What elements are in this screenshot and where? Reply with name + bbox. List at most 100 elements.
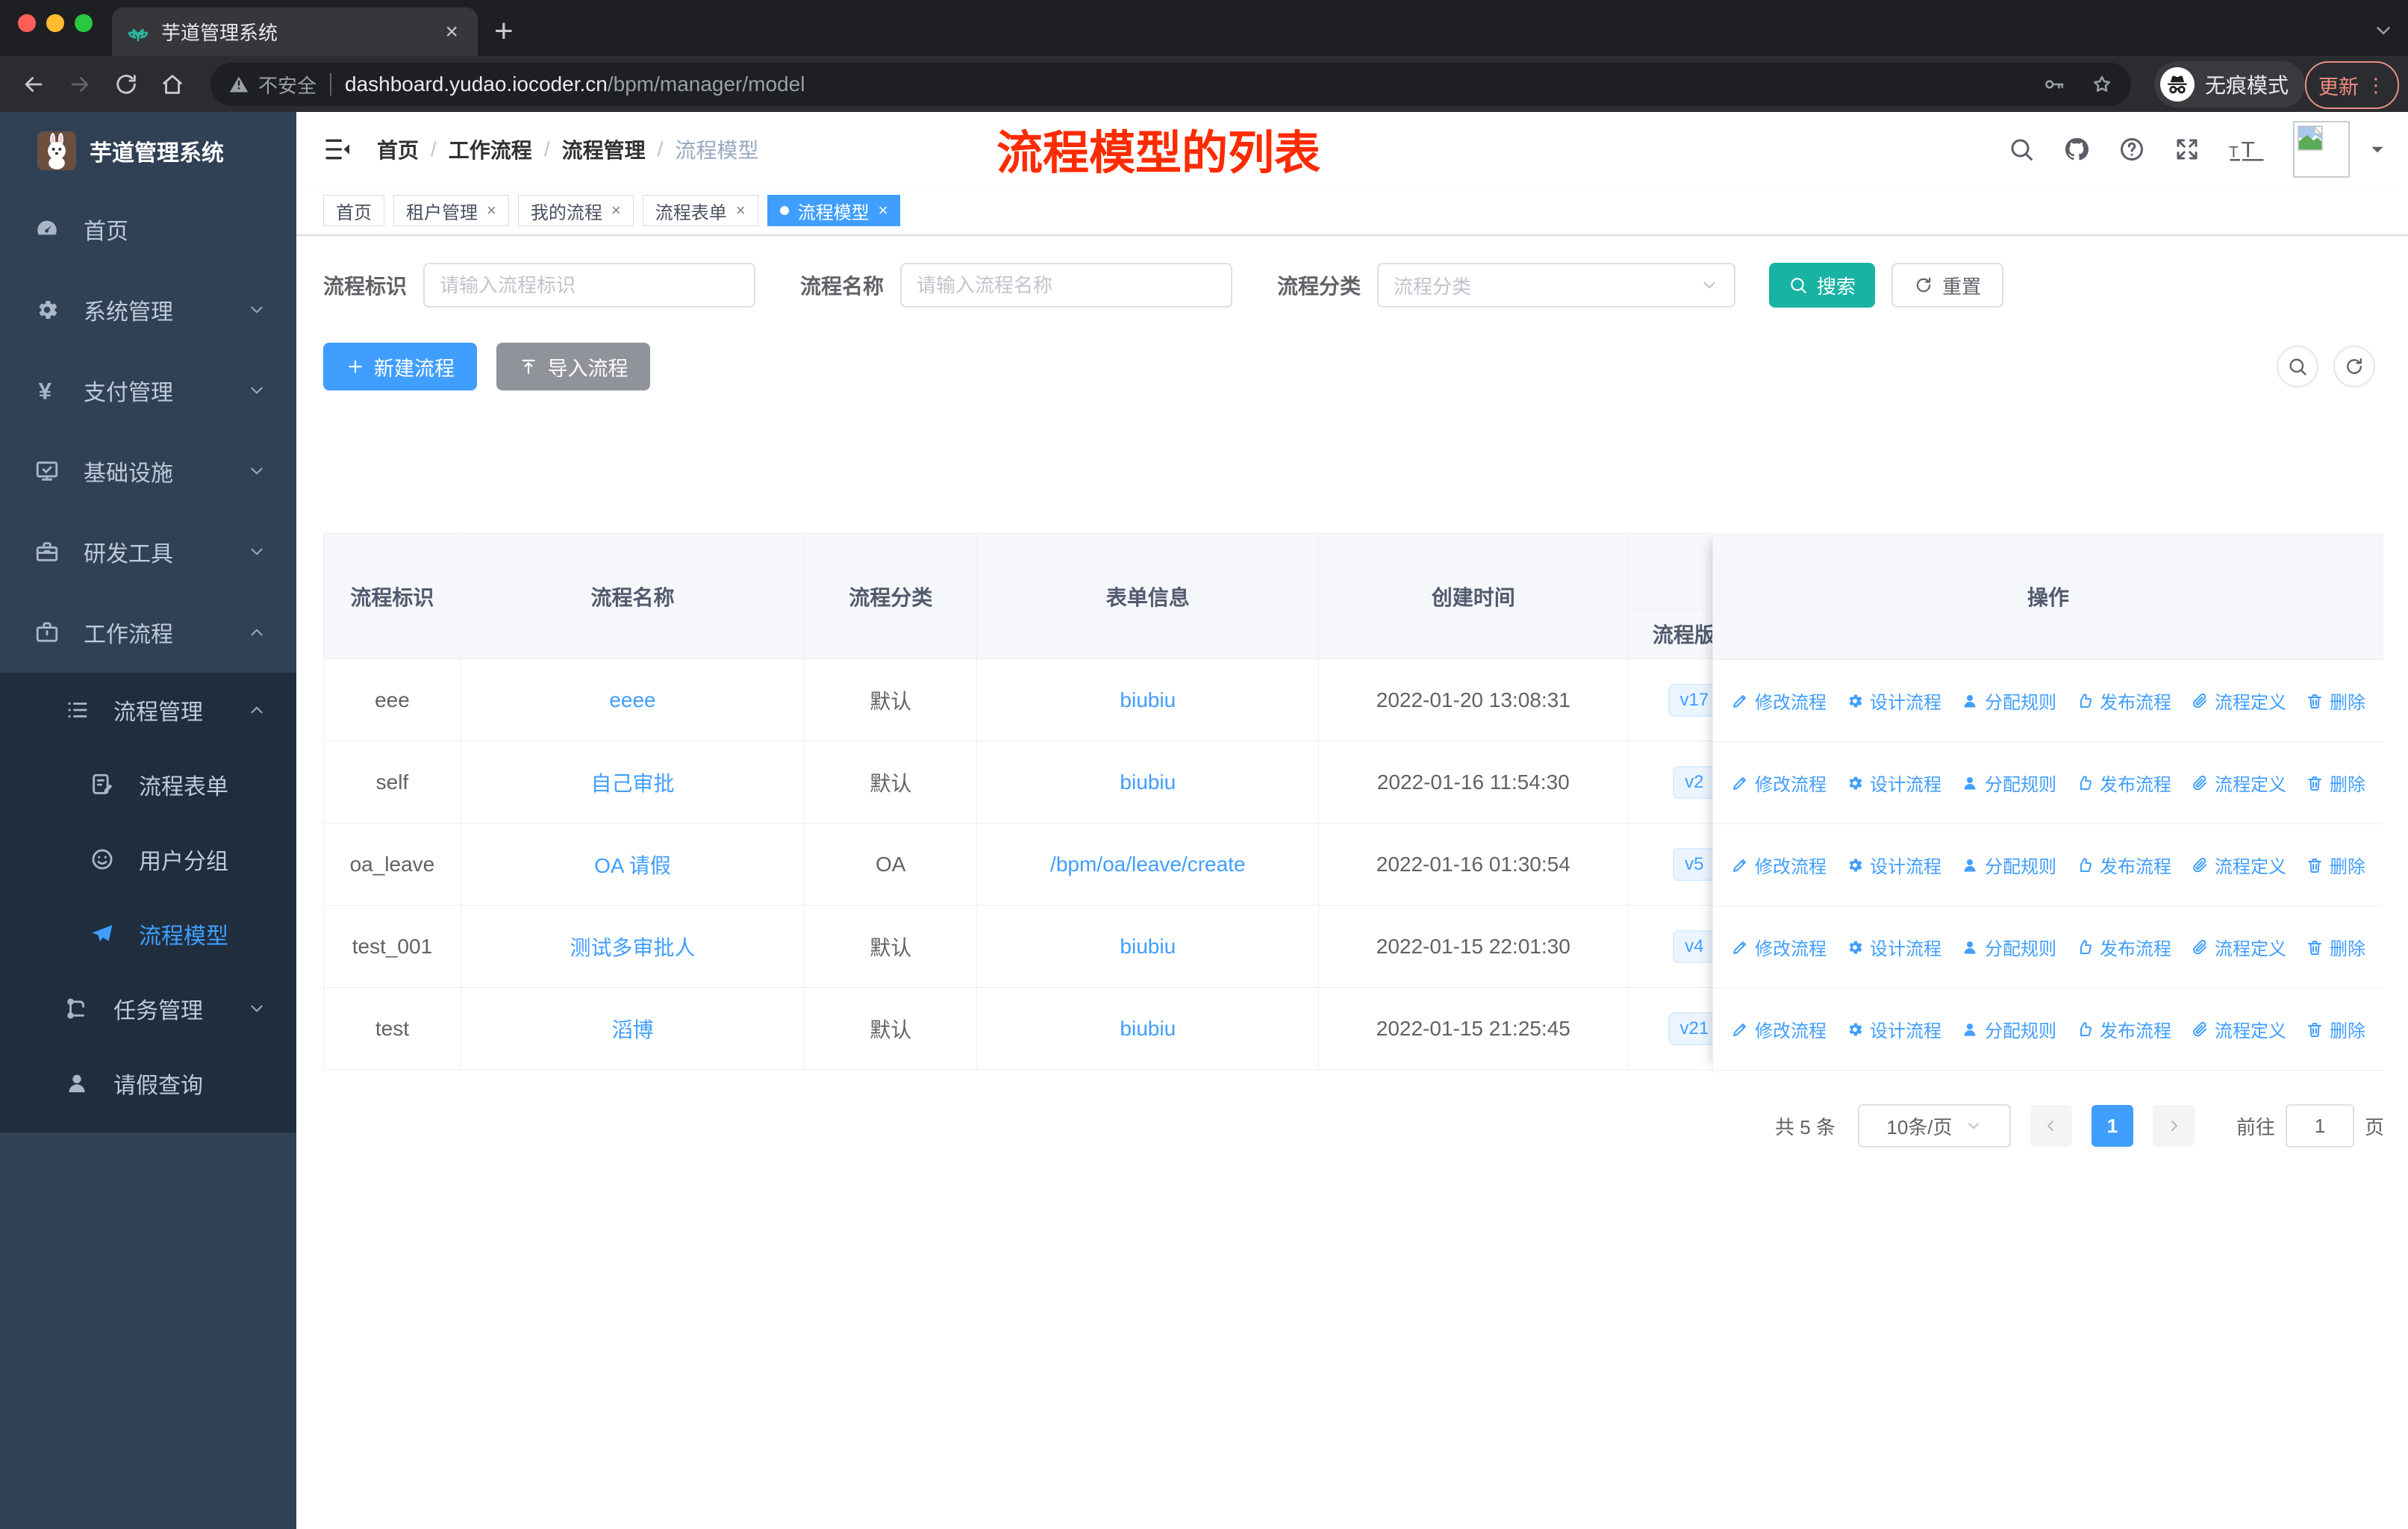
tag-流程模型[interactable]: 流程模型 × (767, 195, 901, 226)
category-filter-select[interactable]: 流程分类 (1377, 263, 1736, 308)
name-filter-input[interactable] (900, 263, 1233, 308)
action-设计流程[interactable]: 设计流程 (1846, 770, 1941, 796)
action-分配规则[interactable]: 分配规则 (1961, 1016, 2056, 1042)
reset-button[interactable]: 重置 (1891, 263, 2004, 308)
action-发布流程[interactable]: 发布流程 (2076, 770, 2171, 796)
action-设计流程[interactable]: 设计流程 (1846, 852, 1941, 878)
sidebar-item-流程表单[interactable]: 流程表单 (0, 747, 296, 822)
sidebar-item-请假查询[interactable]: 请假查询 (0, 1046, 296, 1121)
search-icon[interactable] (2008, 136, 2035, 163)
action-流程定义[interactable]: 流程定义 (2191, 1016, 2286, 1042)
app-logo[interactable]: 芋道管理系统 (0, 112, 296, 189)
prev-page-button[interactable] (2030, 1105, 2072, 1147)
tag-close-icon[interactable]: × (487, 201, 496, 220)
action-分配规则[interactable]: 分配规则 (1961, 770, 2056, 796)
create-process-button[interactable]: 新建流程 (323, 343, 477, 390)
form-info-link[interactable]: /bpm/oa/leave/create (1050, 853, 1246, 876)
process-name-link[interactable]: 测试多审批人 (570, 936, 695, 959)
window-close-button[interactable] (18, 14, 36, 32)
tag-流程表单[interactable]: 流程表单 × (642, 195, 758, 226)
breadcrumb-item[interactable]: 流程管理 (562, 134, 646, 164)
window-minimize-button[interactable] (46, 14, 64, 32)
page-size-select[interactable]: 10条/页 (1857, 1104, 2011, 1147)
browser-update-button[interactable]: 更新 ⋮ (2305, 61, 2399, 109)
breadcrumb-item[interactable]: 工作流程 (449, 134, 532, 164)
action-分配规则[interactable]: 分配规则 (1961, 852, 2056, 878)
help-icon[interactable] (2118, 136, 2145, 163)
tag-close-icon[interactable]: × (611, 201, 621, 220)
action-修改流程[interactable]: 修改流程 (1731, 1016, 1827, 1042)
sidebar-item-支付管理[interactable]: ¥ 支付管理 (0, 350, 296, 431)
action-流程定义[interactable]: 流程定义 (2191, 934, 2286, 960)
github-icon[interactable] (2063, 136, 2090, 163)
home-icon[interactable] (160, 72, 185, 97)
chevron-down-icon[interactable] (2372, 19, 2395, 42)
hamburger-icon[interactable] (323, 134, 353, 164)
process-name-link[interactable]: 自己审批 (590, 772, 674, 795)
tab-close-icon[interactable]: × (440, 19, 463, 45)
sidebar-item-基础设施[interactable]: 基础设施 (0, 431, 296, 511)
tag-我的流程[interactable]: 我的流程 × (517, 195, 634, 226)
sidebar-item-系统管理[interactable]: 系统管理 (0, 270, 296, 350)
sidebar-item-流程管理[interactable]: 流程管理 (0, 673, 296, 747)
key-icon[interactable] (2043, 73, 2065, 96)
process-name-link[interactable]: 滔博 (611, 1018, 653, 1041)
action-分配规则[interactable]: 分配规则 (1961, 934, 2056, 960)
font-size-icon[interactable]: TT (2229, 136, 2265, 163)
breadcrumb-item[interactable]: 首页 (377, 134, 419, 164)
sidebar-item-流程模型[interactable]: 流程模型 (0, 897, 296, 971)
action-设计流程[interactable]: 设计流程 (1846, 934, 1941, 960)
action-流程定义[interactable]: 流程定义 (2191, 852, 2286, 878)
action-发布流程[interactable]: 发布流程 (2076, 1016, 2171, 1042)
fullscreen-icon[interactable] (2174, 136, 2200, 163)
action-流程定义[interactable]: 流程定义 (2191, 770, 2286, 796)
action-删除[interactable]: 删除 (2306, 852, 2365, 878)
action-分配规则[interactable]: 分配规则 (1961, 688, 2056, 714)
sidebar-item-首页[interactable]: 首页 (0, 189, 296, 270)
tag-租户管理[interactable]: 租户管理 × (393, 195, 509, 226)
form-info-link[interactable]: biubiu (1120, 688, 1176, 711)
tag-close-icon[interactable]: × (879, 201, 888, 220)
action-流程定义[interactable]: 流程定义 (2191, 688, 2286, 714)
action-删除[interactable]: 删除 (2306, 770, 2365, 796)
address-bar[interactable]: 不安全 dashboard.yudao.iocoder.cn /bpm/mana… (210, 63, 2131, 106)
form-info-link[interactable]: biubiu (1120, 935, 1176, 958)
back-icon[interactable] (21, 72, 46, 97)
search-button[interactable]: 搜索 (1769, 263, 1876, 308)
goto-page-input[interactable] (2285, 1104, 2354, 1147)
sidebar-item-任务管理[interactable]: 任务管理 (0, 971, 296, 1046)
sidebar-item-工作流程[interactable]: 工作流程 (0, 592, 296, 673)
key-filter-input[interactable] (423, 263, 756, 308)
action-修改流程[interactable]: 修改流程 (1731, 852, 1827, 878)
next-page-button[interactable] (2152, 1105, 2195, 1147)
refresh-table-button[interactable] (2333, 346, 2375, 387)
sidebar-item-研发工具[interactable]: 研发工具 (0, 511, 296, 592)
action-修改流程[interactable]: 修改流程 (1731, 770, 1827, 796)
action-修改流程[interactable]: 修改流程 (1731, 934, 1827, 960)
action-删除[interactable]: 删除 (2306, 688, 2365, 714)
action-发布流程[interactable]: 发布流程 (2076, 688, 2171, 714)
tag-首页[interactable]: 首页 (323, 195, 384, 226)
tag-close-icon[interactable]: × (736, 201, 746, 220)
action-设计流程[interactable]: 设计流程 (1846, 688, 1941, 714)
forward-icon[interactable] (67, 72, 93, 97)
show-search-button[interactable] (2277, 346, 2318, 387)
avatar[interactable] (2293, 121, 2350, 178)
action-发布流程[interactable]: 发布流程 (2076, 852, 2171, 878)
action-发布流程[interactable]: 发布流程 (2076, 934, 2171, 960)
browser-tab[interactable]: 芋道管理系统 × (112, 7, 478, 56)
import-process-button[interactable]: 导入流程 (496, 343, 651, 390)
reload-icon[interactable] (113, 72, 139, 97)
process-name-link[interactable]: OA 请假 (594, 854, 671, 877)
form-info-link[interactable]: biubiu (1120, 770, 1176, 794)
new-tab-button[interactable]: + (494, 10, 514, 52)
star-icon[interactable] (2091, 73, 2113, 96)
action-删除[interactable]: 删除 (2306, 1016, 2365, 1042)
sidebar-item-用户分组[interactable]: 用户分组 (0, 822, 296, 897)
action-修改流程[interactable]: 修改流程 (1731, 688, 1827, 714)
caret-down-icon[interactable] (2368, 140, 2387, 159)
page-number-button[interactable]: 1 (2091, 1105, 2133, 1147)
window-zoom-button[interactable] (75, 14, 93, 32)
action-删除[interactable]: 删除 (2306, 934, 2365, 960)
action-设计流程[interactable]: 设计流程 (1846, 1016, 1941, 1042)
